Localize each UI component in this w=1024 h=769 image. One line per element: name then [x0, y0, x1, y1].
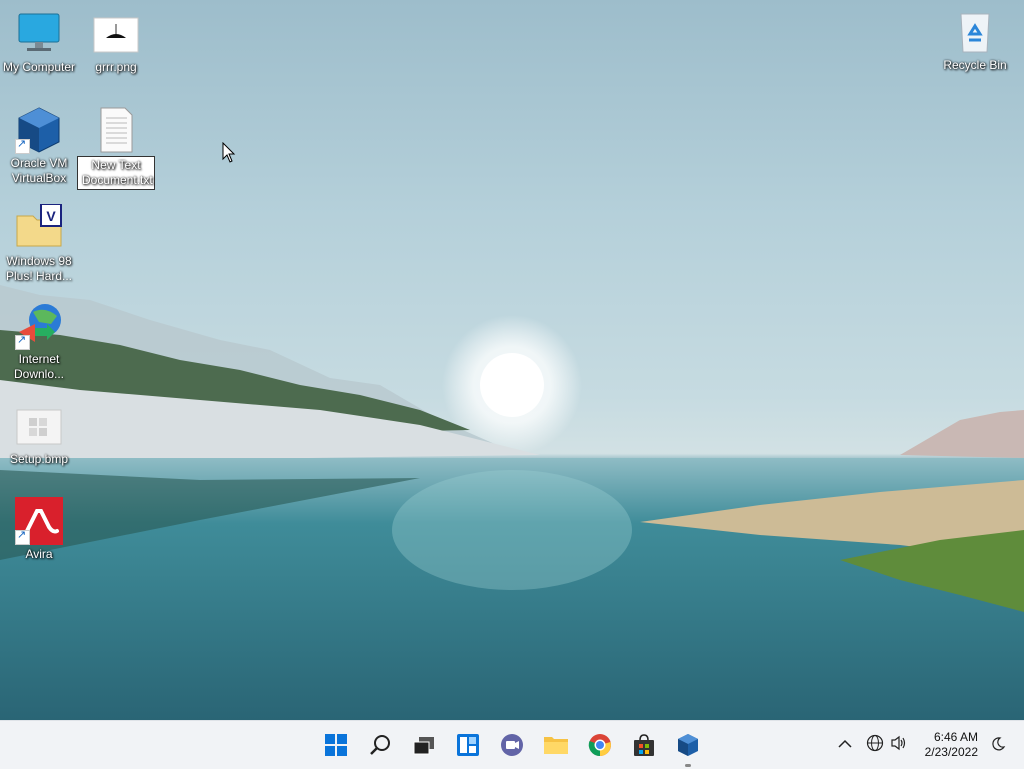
mouse-cursor-icon — [222, 142, 236, 163]
clock-time: 6:46 AM — [933, 730, 978, 744]
desktop-icon-label: Internet Downlo... — [13, 352, 65, 381]
desktop-icon-avira[interactable]: Avira — [0, 497, 78, 562]
start-icon — [325, 734, 347, 756]
shortcut-arrow-icon — [15, 528, 30, 545]
desktop-icon-label: My Computer — [2, 60, 76, 74]
task-view-button[interactable] — [408, 729, 440, 761]
widgets-button[interactable] — [452, 729, 484, 761]
virtualbox-icon — [678, 734, 698, 756]
svg-text:V: V — [46, 208, 56, 224]
virtualbox-icon — [15, 106, 63, 154]
store-button[interactable] — [628, 729, 660, 761]
monitor-icon — [15, 10, 63, 58]
desktop-icon-internet-download[interactable]: Internet Downlo... — [0, 302, 78, 382]
desktop-icon-new-text-document[interactable]: New Text Document.txt — [77, 106, 155, 190]
desktop-icon-label: Oracle VM VirtualBox — [10, 156, 68, 185]
network-globe-icon[interactable] — [862, 734, 888, 757]
desktop-icon-oracle-vm-virtualbox[interactable]: Oracle VM VirtualBox — [0, 106, 78, 186]
widgets-icon — [457, 734, 479, 756]
desktop-icon-label: grrr.png — [95, 60, 137, 74]
show-hidden-icons-chevron-icon[interactable] — [834, 736, 856, 754]
desktop-icon-label: Windows 98 Plus! Hard... — [5, 254, 73, 283]
task-view-icon — [413, 737, 434, 755]
chat-icon — [501, 734, 523, 756]
start-button[interactable] — [320, 729, 352, 761]
focus-assist-moon-icon[interactable] — [990, 736, 1006, 757]
desktop-icon-recycle-bin[interactable]: Recycle Bin — [936, 8, 1014, 73]
folder-icon: V — [15, 203, 63, 252]
bitmap-file-icon — [15, 402, 63, 450]
search-button[interactable] — [364, 729, 396, 761]
shortcut-arrow-icon — [15, 137, 30, 154]
globe-download-icon — [15, 302, 63, 350]
volume-icon[interactable] — [888, 735, 910, 756]
recycle-bin-icon — [951, 8, 999, 56]
desktop-icon-windows-98-plus[interactable]: V Windows 98 Plus! Hard... — [0, 203, 78, 284]
running-indicator — [685, 764, 691, 767]
chrome-button[interactable] — [584, 729, 616, 761]
clock-date: 2/23/2022 — [924, 745, 978, 759]
desktop-icon-label: Recycle Bin — [943, 58, 1007, 72]
taskbar: 6:46 AM 2/23/2022 — [0, 720, 1024, 769]
chrome-icon — [588, 734, 611, 757]
desktop-icon-label: Setup.bmp — [9, 452, 69, 466]
clock[interactable]: 6:46 AM 2/23/2022 — [925, 730, 978, 760]
store-icon — [634, 734, 654, 756]
rename-textbox[interactable]: New Text Document.txt — [77, 156, 155, 190]
shortcut-arrow-icon — [15, 333, 30, 350]
chat-button[interactable] — [496, 729, 528, 761]
search-icon — [370, 735, 390, 755]
desktop-icon-setup-bmp[interactable]: Setup.bmp — [0, 402, 78, 467]
image-file-icon — [92, 10, 140, 58]
desktop-icon-grrr-png[interactable]: grrr.png — [77, 10, 155, 75]
file-explorer-icon — [544, 737, 568, 754]
virtualbox-taskbar-button[interactable] — [672, 729, 704, 767]
text-document-icon — [92, 106, 140, 154]
avira-icon — [15, 497, 63, 545]
desktop-icon-my-computer[interactable]: My Computer — [0, 10, 78, 75]
file-explorer-button[interactable] — [540, 729, 572, 761]
desktop-icon-label: Avira — [25, 547, 53, 561]
system-tray — [834, 721, 910, 769]
